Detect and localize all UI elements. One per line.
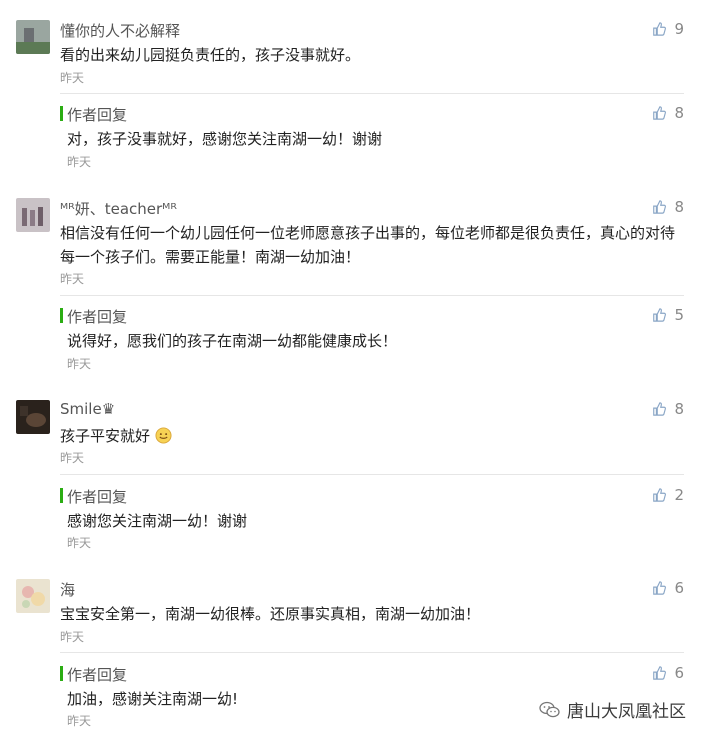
reply-like-button[interactable]: 6 [652,664,684,682]
divider [60,295,684,296]
avatar[interactable] [16,198,50,232]
comment-text-content: 孩子平安就好 [60,427,151,445]
reply-text: 感谢您关注南湖一幼！谢谢 [67,512,248,530]
reply-like-button[interactable]: 5 [652,306,684,324]
reply-title: 作者回复 [67,488,128,506]
thumbs-up-icon [653,308,667,322]
avatar[interactable] [16,20,50,54]
thumbs-up-icon [653,106,667,120]
comment-text: 宝宝安全第一，南湖一幼很棒。还原事实真相，南湖一幼加油！ [60,605,481,623]
divider [60,652,684,653]
reply-accent-bar [60,106,63,121]
avatar[interactable] [16,400,50,434]
like-count: 5 [674,306,684,324]
comment-time: 昨天 [60,71,85,85]
avatar[interactable] [16,579,50,613]
reply-text: 加油，感谢关注南湖一幼! [67,690,239,708]
watermark: 唐山大凤凰社区 [539,697,686,722]
reply-like-button[interactable]: 8 [652,104,684,122]
reply-like-button[interactable]: 2 [652,486,684,504]
like-count: 6 [674,579,684,597]
thumbs-up-icon [653,22,667,36]
reply-accent-bar [60,488,63,503]
thumbs-up-icon [653,488,667,502]
reply-time: 昨天 [67,536,92,550]
reply-text: 对，孩子没事就好，感谢您关注南湖一幼！谢谢 [67,130,383,148]
reply-time: 昨天 [67,357,92,371]
comment-nickname[interactable]: 海 [60,579,75,600]
reply-title: 作者回复 [67,106,128,124]
like-button[interactable]: 9 [652,20,684,38]
comment-text: 看的出来幼儿园挺负责任的，孩子没事就好。 [60,46,361,64]
reply-time: 昨天 [67,155,92,169]
thumbs-up-icon [653,200,667,214]
reply-accent-bar [60,666,63,681]
comment-nickname[interactable]: ᴹᴿ妍、teacherᴹᴿ [60,198,177,219]
comment-text: 孩子平安就好 [60,424,675,448]
wechat-icon [539,701,560,717]
reply-title: 作者回复 [67,308,128,326]
thumbs-up-icon [653,581,667,595]
smile-emoji-icon [155,427,172,444]
divider [60,93,684,94]
reply-text: 说得好，愿我们的孩子在南湖一幼都能健康成长！ [67,332,398,350]
reply-title: 作者回复 [67,666,128,684]
comment-nickname[interactable]: Smile♛ [60,400,115,418]
like-count: 8 [674,198,684,216]
thumbs-up-icon [653,402,667,416]
watermark-text: 唐山大凤凰社区 [567,702,686,722]
like-button[interactable]: 6 [652,579,684,597]
comment-text: 相信没有任何一个幼儿园任何一位老师愿意孩子出事的，每位老师都是很负责任，真心的对… [60,224,676,266]
reply-accent-bar [60,308,63,323]
comment-time: 昨天 [60,630,85,644]
like-button[interactable]: 8 [652,198,684,216]
like-count: 9 [674,20,684,38]
like-button[interactable]: 8 [652,400,684,418]
comment-time: 昨天 [60,451,85,465]
like-count: 8 [674,104,684,122]
like-count: 2 [674,486,684,504]
comment-nickname[interactable]: 懂你的人不必解释 [60,20,180,41]
thumbs-up-icon [653,666,667,680]
like-count: 8 [674,400,684,418]
comment-time: 昨天 [60,272,85,286]
divider [60,474,684,475]
reply-time: 昨天 [67,714,92,728]
like-count: 6 [674,664,684,682]
